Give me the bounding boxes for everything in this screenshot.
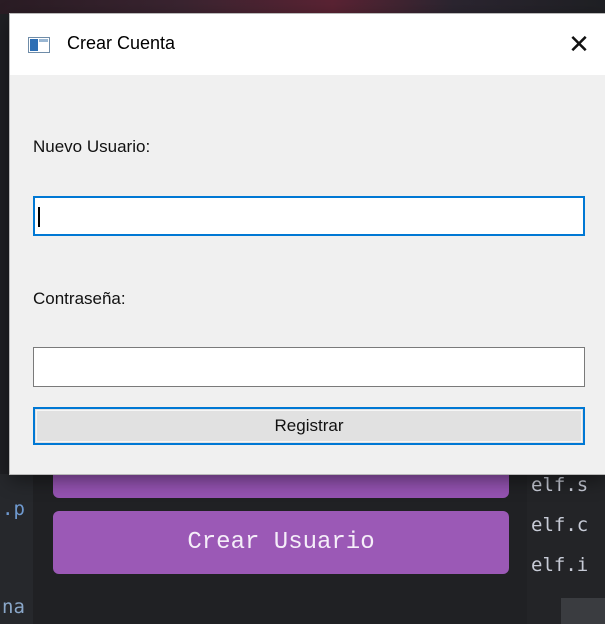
background-file-text: .p [2,498,25,520]
text-caret [38,207,40,227]
background-create-user-button[interactable]: Crear Usuario [53,511,509,574]
password-label: Contraseña: [33,289,126,308]
dialog-title: Crear Cuenta [67,33,176,53]
background-file-text: na [2,596,25,618]
code-line: elf.i [531,554,589,576]
code-line: elf.c [531,514,589,536]
background-scrollbar[interactable] [561,598,605,624]
background-file-pane: .p na [0,474,33,624]
app-window-icon [28,37,50,53]
background-top-strip [0,0,605,14]
create-account-dialog: Crear Cuenta ✕ Nuevo Usuario: Contraseña… [10,14,605,474]
new-user-label: Nuevo Usuario: [33,137,151,156]
code-line: elf.s [531,474,589,496]
close-button[interactable]: ✕ [559,26,599,64]
dialog-titlebar[interactable]: Crear Cuenta ✕ [10,14,605,75]
new-user-input[interactable] [33,196,585,236]
password-input[interactable] [33,347,585,387]
register-button[interactable]: Registrar [33,407,585,445]
close-icon: ✕ [568,30,590,60]
dialog-body: Nuevo Usuario: Contraseña: Registrar [10,75,605,474]
